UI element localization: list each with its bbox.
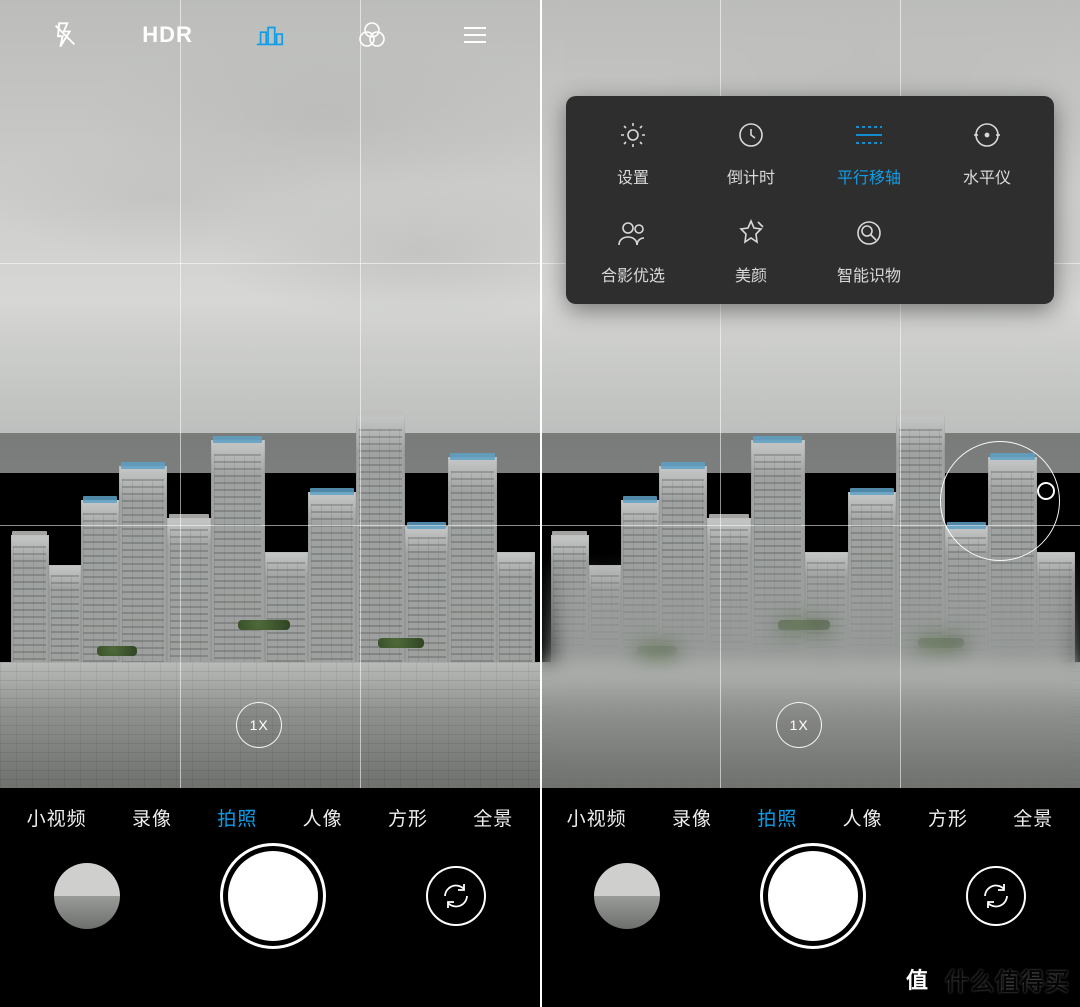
- zoom-label: 1X: [790, 717, 809, 733]
- switch-camera-icon: [440, 880, 472, 912]
- more-menu-button[interactable]: [424, 24, 526, 46]
- menu-label: 设置: [617, 164, 649, 188]
- viewfinder[interactable]: HDR 1X: [0, 0, 540, 788]
- menu-label: 智能识物: [837, 262, 901, 286]
- mode-photo[interactable]: 拍照: [217, 804, 257, 831]
- timer-icon: [734, 118, 768, 152]
- mode-pano[interactable]: 全景: [1013, 804, 1053, 831]
- mode-portrait[interactable]: 人像: [303, 804, 343, 831]
- switch-camera-icon: [980, 880, 1012, 912]
- shutter-button[interactable]: [768, 851, 858, 941]
- hamburger-icon: [461, 24, 489, 46]
- more-menu-panel: 设置 倒计时 平行移轴 水平仪 合影优选: [566, 96, 1054, 304]
- menu-group-selfie[interactable]: 合影优选: [574, 216, 692, 286]
- top-toolbar: HDR: [0, 0, 540, 70]
- tilt-shift-icon: [254, 22, 286, 48]
- screenshot-divider: [540, 0, 542, 1007]
- shutter-button[interactable]: [228, 851, 318, 941]
- settings-icon: [616, 118, 650, 152]
- gallery-thumbnail[interactable]: [594, 863, 660, 929]
- filters-icon: [357, 20, 387, 50]
- tilt-shift-blur-bottom: [540, 552, 1080, 788]
- flash-off-icon: [51, 21, 79, 49]
- bottom-panel: 小视频 录像 拍照 人像 方形 全景: [540, 788, 1080, 960]
- camera-screen-left: HDR 1X 小视频 录像 拍照 人像 方形 全: [0, 0, 540, 960]
- mode-portrait[interactable]: 人像: [843, 804, 883, 831]
- flash-toggle[interactable]: [14, 21, 116, 49]
- live-preview: [0, 0, 540, 788]
- zoom-indicator[interactable]: 1X: [776, 702, 822, 748]
- filters-toggle[interactable]: [321, 20, 423, 50]
- tilt-shift-handle[interactable]: [940, 441, 1060, 561]
- tilt-shift-lines-icon: [852, 118, 886, 152]
- gallery-thumbnail[interactable]: [54, 863, 120, 929]
- camera-screen-right: 1X 设置 倒计时 平行移轴 水平仪: [540, 0, 1080, 960]
- mode-record[interactable]: 录像: [132, 804, 172, 831]
- mode-square[interactable]: 方形: [388, 804, 428, 831]
- zoom-indicator[interactable]: 1X: [236, 702, 282, 748]
- bottom-panel: 小视频 录像 拍照 人像 方形 全景: [0, 788, 540, 960]
- hdr-label: HDR: [142, 22, 193, 48]
- ai-detect-icon: [852, 216, 886, 250]
- mode-strip[interactable]: 小视频 录像 拍照 人像 方形 全景: [540, 804, 1080, 831]
- menu-label: 合影优选: [601, 262, 665, 286]
- menu-label: 平行移轴: [837, 164, 901, 188]
- beauty-icon: [734, 216, 768, 250]
- mode-strip[interactable]: 小视频 录像 拍照 人像 方形 全景: [0, 804, 540, 831]
- menu-beauty[interactable]: 美颜: [692, 216, 810, 286]
- menu-label: 水平仪: [963, 164, 1011, 188]
- menu-ai-detect[interactable]: 智能识物: [810, 216, 928, 286]
- menu-tilt-shift[interactable]: 平行移轴: [810, 118, 928, 188]
- mode-square[interactable]: 方形: [928, 804, 968, 831]
- menu-label: 美颜: [735, 262, 767, 286]
- level-icon: [970, 118, 1004, 152]
- menu-level[interactable]: 水平仪: [928, 118, 1046, 188]
- menu-label: 倒计时: [727, 164, 775, 188]
- watermark-text: 什么值得买: [945, 962, 1070, 997]
- mode-short-video[interactable]: 小视频: [27, 804, 87, 831]
- viewfinder[interactable]: 1X 设置 倒计时 平行移轴 水平仪: [540, 0, 1080, 788]
- zoom-label: 1X: [250, 717, 269, 733]
- mode-short-video[interactable]: 小视频: [567, 804, 627, 831]
- mode-record[interactable]: 录像: [672, 804, 712, 831]
- menu-timer[interactable]: 倒计时: [692, 118, 810, 188]
- switch-camera-button[interactable]: [426, 866, 486, 926]
- group-icon: [616, 216, 650, 250]
- mode-pano[interactable]: 全景: [473, 804, 513, 831]
- tilt-shift-toggle[interactable]: [219, 22, 321, 48]
- watermark: 值 什么值得买: [897, 959, 1070, 999]
- hdr-toggle[interactable]: HDR: [116, 22, 218, 48]
- watermark-badge: 值: [897, 959, 937, 999]
- switch-camera-button[interactable]: [966, 866, 1026, 926]
- mode-photo[interactable]: 拍照: [757, 804, 797, 831]
- menu-settings[interactable]: 设置: [574, 118, 692, 188]
